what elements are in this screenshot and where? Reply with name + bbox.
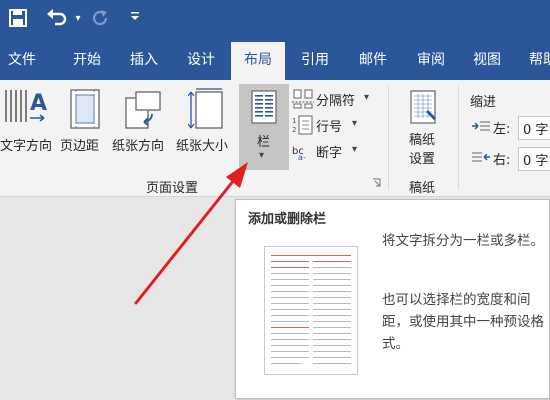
annotation-arrow (134, 162, 248, 305)
